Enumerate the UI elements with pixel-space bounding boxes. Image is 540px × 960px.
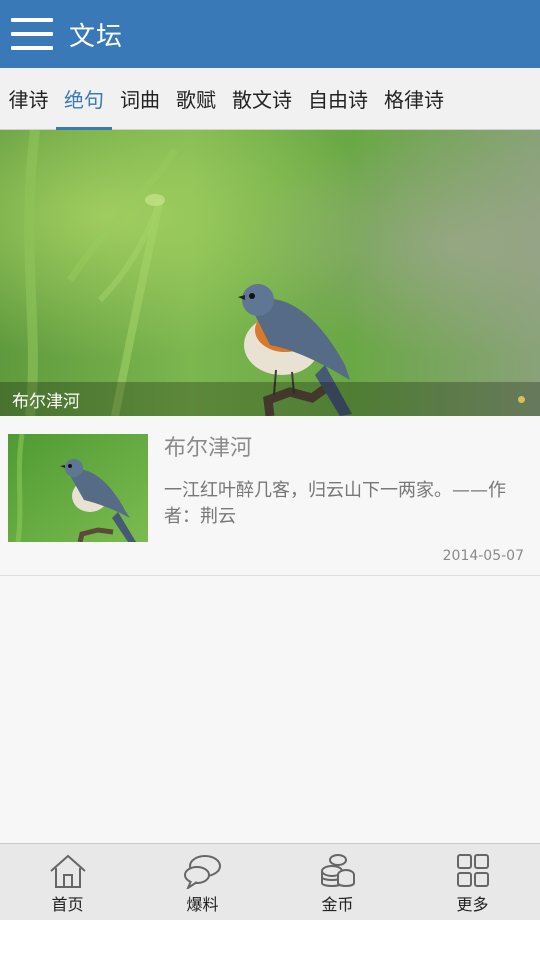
article-summary: 一江红叶醉几客，归云山下一两家。——作者：荆云 xyxy=(164,480,506,527)
list-item[interactable]: 布尔津河 一江红叶醉几客，归云山下一两家。——作者：荆云 2014-05-07 xyxy=(0,416,540,576)
nav-label: 爆料 xyxy=(186,895,219,914)
tab-sanwenshi[interactable]: 散文诗 xyxy=(224,68,300,130)
hamburger-menu-icon[interactable] xyxy=(11,18,55,50)
nav-baoliao[interactable]: 爆料 xyxy=(135,844,270,920)
tab-jueju[interactable]: 绝句 xyxy=(56,68,112,130)
coins-icon xyxy=(320,854,355,887)
category-tabs: 律诗 绝句 词曲 歌赋 散文诗 自由诗 格律诗 xyxy=(0,68,540,130)
nav-home[interactable]: 首页 xyxy=(0,844,135,920)
banner-slide[interactable]: 布尔津河 xyxy=(0,130,540,416)
tab-gelvshi[interactable]: 格律诗 xyxy=(376,68,452,130)
home-icon xyxy=(49,854,86,888)
nav-label: 更多 xyxy=(456,895,489,914)
nav-label: 首页 xyxy=(51,895,84,914)
nav-label: 金币 xyxy=(321,895,354,914)
bird-thumbnail-photo xyxy=(8,434,148,542)
blank-area xyxy=(0,920,540,960)
chat-bubbles-icon xyxy=(183,855,221,889)
nav-jinbi[interactable]: 金币 xyxy=(270,844,405,920)
slide-indicator xyxy=(518,396,525,403)
bottom-navigation: 首页 爆料 金币 更多 xyxy=(0,843,540,920)
app-header: 文坛 xyxy=(0,0,540,68)
tab-ciqu[interactable]: 词曲 xyxy=(112,68,168,130)
page-title: 文坛 xyxy=(69,21,124,52)
tab-ziyoushi[interactable]: 自由诗 xyxy=(300,68,376,130)
bird-on-branch-photo xyxy=(0,130,540,416)
article-thumbnail xyxy=(8,434,148,542)
tab-lvshi[interactable]: 律诗 xyxy=(0,68,56,130)
article-date: 2014-05-07 xyxy=(442,548,524,564)
banner-caption: 布尔津河 xyxy=(0,382,540,416)
grid-icon xyxy=(456,854,489,887)
tab-gefu[interactable]: 歌赋 xyxy=(168,68,224,130)
nav-more[interactable]: 更多 xyxy=(405,844,540,920)
article-title: 布尔津河 xyxy=(164,436,253,461)
